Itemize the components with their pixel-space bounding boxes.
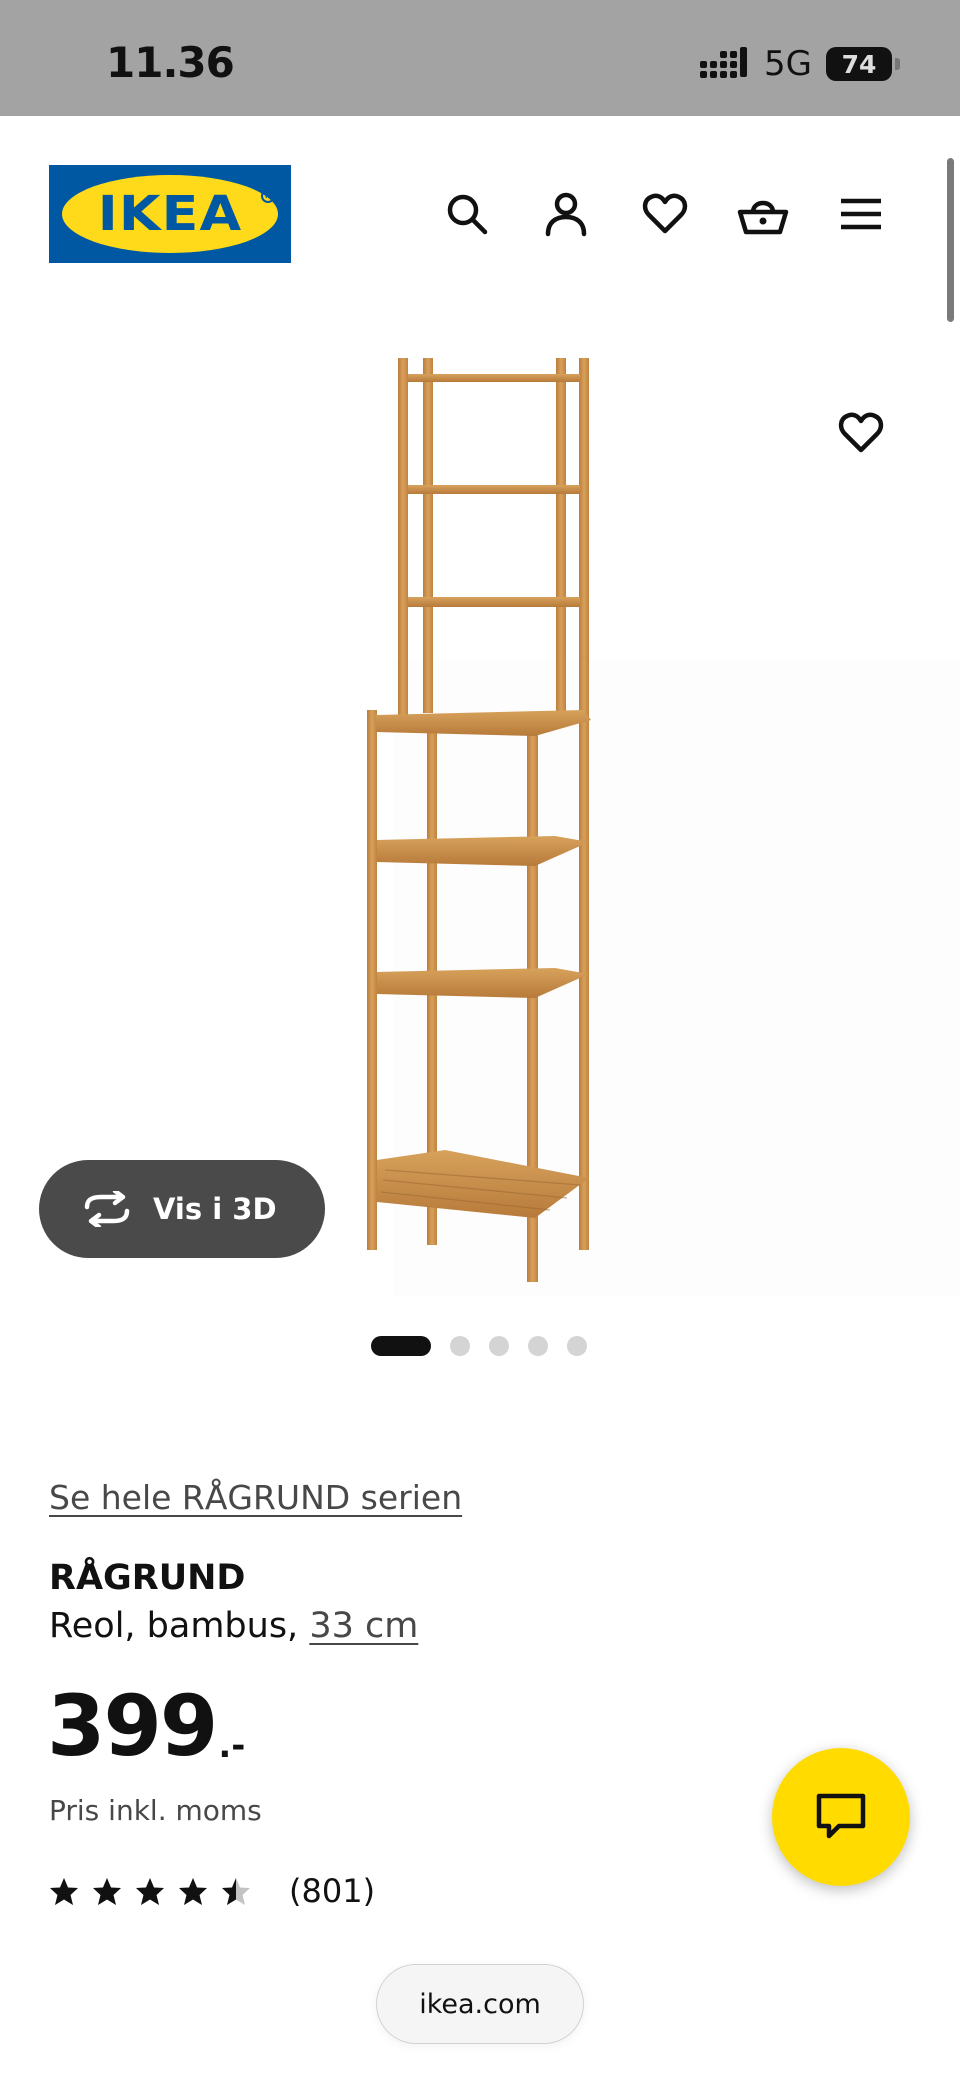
rating-stars xyxy=(49,1877,251,1906)
product-description: Reol, bambus, 33 cm xyxy=(49,1606,418,1646)
browser-url: ikea.com xyxy=(419,1988,541,2020)
battery-icon: 74 xyxy=(826,47,900,81)
ikea-logo[interactable]: IKEA R xyxy=(49,165,291,263)
favourites-icon[interactable] xyxy=(635,184,695,244)
product-image[interactable] xyxy=(355,350,605,1290)
basket-icon[interactable] xyxy=(733,184,793,244)
logo-text: IKEA xyxy=(97,186,243,242)
pagination-dot[interactable] xyxy=(489,1336,509,1356)
search-icon[interactable] xyxy=(437,184,497,244)
battery-level: 74 xyxy=(841,49,877,79)
status-time: 11.36 xyxy=(106,38,235,87)
view-in-3d-label: Vis i 3D xyxy=(153,1192,277,1226)
star-full-icon xyxy=(50,1877,78,1905)
pagination-dot[interactable] xyxy=(528,1336,548,1356)
size-link[interactable]: 33 cm xyxy=(309,1606,418,1646)
star-full-icon xyxy=(93,1877,121,1905)
product-description-text: Reol, bambus, xyxy=(49,1606,310,1646)
signal-icon xyxy=(700,47,750,81)
rating-count: (801) xyxy=(289,1872,376,1910)
star-full-icon xyxy=(179,1877,207,1905)
star-half-icon xyxy=(222,1877,250,1905)
view-in-3d-button[interactable]: Vis i 3D xyxy=(39,1160,325,1258)
pagination-dot[interactable] xyxy=(567,1336,587,1356)
status-bar: 11.36 5G 74 xyxy=(0,0,960,116)
browser-url-bar[interactable]: ikea.com xyxy=(376,1964,584,2044)
price-integer: 399 xyxy=(47,1677,218,1775)
rotate-3d-icon xyxy=(84,1191,130,1227)
network-type: 5G xyxy=(764,44,812,84)
account-icon[interactable] xyxy=(536,184,596,244)
product-name: RÅGRUND xyxy=(49,1558,246,1598)
product-rating[interactable]: (801) xyxy=(49,1872,375,1910)
status-indicators: 5G 74 xyxy=(700,44,900,84)
star-full-icon xyxy=(136,1877,164,1905)
price-decimal: .- xyxy=(218,1726,246,1766)
product-price: 399 .- xyxy=(47,1684,245,1768)
price-note: Pris inkl. moms xyxy=(49,1794,262,1827)
menu-icon[interactable] xyxy=(831,184,891,244)
series-link[interactable]: Se hele RÅGRUND serien xyxy=(49,1478,462,1517)
pagination-dot[interactable] xyxy=(450,1336,470,1356)
add-to-favourites-button[interactable] xyxy=(833,405,889,461)
chat-icon xyxy=(816,1793,866,1839)
image-pagination xyxy=(371,1336,587,1356)
page-scrollbar[interactable] xyxy=(947,158,954,322)
chat-button[interactable] xyxy=(772,1748,910,1886)
pagination-dot-active[interactable] xyxy=(371,1336,431,1356)
